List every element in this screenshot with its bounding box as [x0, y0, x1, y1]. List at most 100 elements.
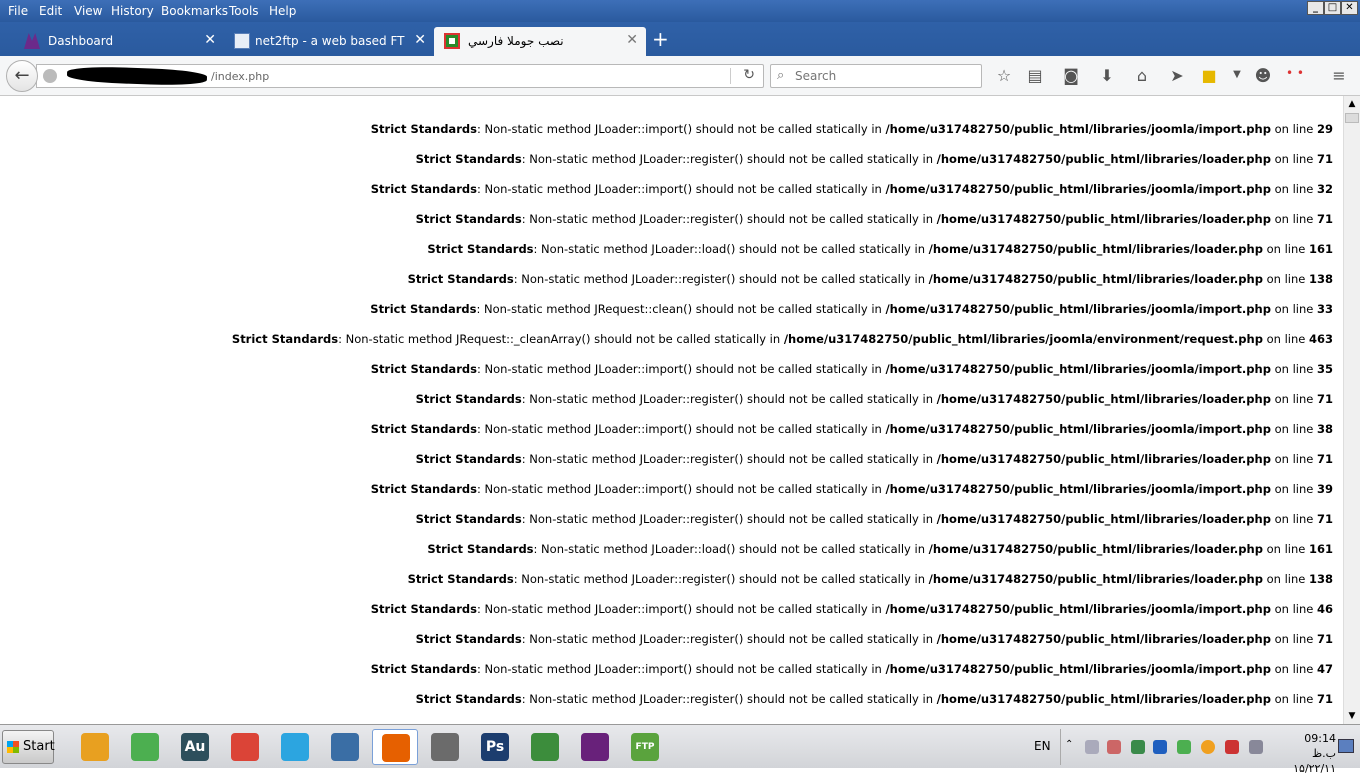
error-message: : Non-static method JLoader::register() …: [521, 392, 937, 406]
tab-dashboard[interactable]: Dashboard ✕: [14, 27, 224, 56]
error-path: /home/u317482750/public_html/libraries/l…: [936, 152, 1271, 166]
error-line-prefix: on line: [1270, 302, 1317, 316]
hamburger-menu-icon[interactable]: ≡: [1328, 66, 1350, 85]
error-line: Strict Standards: Non-static method JLoa…: [416, 212, 1333, 226]
error-line: Strict Standards: Non-static method JLoa…: [416, 152, 1333, 166]
vertical-scrollbar[interactable]: ▲ ▼: [1343, 96, 1360, 724]
folder-icon[interactable]: ■: [1198, 66, 1220, 85]
language-indicator[interactable]: EN: [1034, 739, 1051, 753]
maximize-button[interactable]: □: [1324, 1, 1341, 15]
menu-help[interactable]: Help: [269, 4, 296, 18]
volume-icon[interactable]: [1107, 740, 1121, 754]
new-tab-button[interactable]: +: [652, 27, 669, 51]
error-line-number: 161: [1308, 542, 1333, 556]
error-line: Strict Standards: Non-static method JReq…: [370, 302, 1333, 316]
menu-edit[interactable]: Edit: [39, 4, 62, 18]
dropdown-icon[interactable]: ▼: [1226, 69, 1248, 80]
back-button[interactable]: ←: [6, 60, 38, 92]
display-icon[interactable]: [1249, 740, 1263, 754]
error-line: Strict Standards: Non-static method JLoa…: [416, 452, 1333, 466]
taskbar-app[interactable]: [522, 729, 568, 765]
close-icon[interactable]: ✕: [204, 32, 216, 48]
taskbar-app[interactable]: [222, 729, 268, 765]
taskbar-app[interactable]: [122, 729, 168, 765]
start-button[interactable]: Start: [2, 730, 55, 764]
download-icon[interactable]: ⬇: [1096, 66, 1118, 85]
network-icon[interactable]: [1131, 740, 1145, 754]
bookmark-star-icon[interactable]: ☆: [993, 66, 1015, 85]
reload-icon[interactable]: ↻: [743, 67, 755, 83]
taskbar-app[interactable]: Ps: [472, 729, 518, 765]
show-desktop-icon[interactable]: [1338, 739, 1354, 753]
close-icon[interactable]: ✕: [626, 32, 638, 48]
taskbar-app[interactable]: [322, 729, 368, 765]
dashboard-icon: [24, 33, 40, 49]
taskbar-app[interactable]: FTP: [622, 729, 668, 765]
url-bar[interactable]: /index.php ↻: [36, 64, 764, 88]
error-label: Strict Standards: [415, 212, 522, 226]
error-label: Strict Standards: [370, 482, 477, 496]
tab-strip: Dashboard ✕ net2ftp - a web based FTP cl…: [0, 22, 1360, 56]
scroll-thumb[interactable]: [1345, 113, 1359, 123]
update-icon[interactable]: [1177, 740, 1191, 754]
bluestacks-icon: [131, 733, 159, 761]
error-path: /home/u317482750/public_html/libraries/l…: [928, 572, 1263, 586]
menu-bar: File Edit View History Bookmarks Tools H…: [0, 0, 1360, 22]
taskbar-app[interactable]: [72, 729, 118, 765]
error-line: Strict Standards: Non-static method JLoa…: [416, 512, 1333, 526]
error-line-prefix: on line: [1270, 452, 1317, 466]
close-window-button[interactable]: ✕: [1341, 1, 1358, 15]
menu-history[interactable]: History: [111, 4, 154, 18]
pocket-icon[interactable]: ◙: [1060, 66, 1082, 85]
bluetooth-icon[interactable]: [1153, 740, 1167, 754]
error-label: Strict Standards: [427, 242, 534, 256]
reading-list-icon[interactable]: ▤: [1024, 66, 1046, 85]
minimize-button[interactable]: _: [1307, 1, 1324, 15]
error-line-number: 47: [1316, 662, 1333, 676]
camera-icon: [431, 733, 459, 761]
search-bar[interactable]: ⌕: [770, 64, 982, 88]
menu-bookmarks[interactable]: Bookmarks: [161, 4, 228, 18]
dots-icon[interactable]: • •: [1284, 66, 1306, 80]
taskbar-app[interactable]: [272, 729, 318, 765]
smiley-icon[interactable]: ☻: [1252, 66, 1274, 85]
menu-view[interactable]: View: [74, 4, 102, 18]
error-label: Strict Standards: [370, 122, 477, 136]
error-line-number: 71: [1316, 212, 1333, 226]
photoshop-icon: Ps: [481, 733, 509, 761]
flag-icon[interactable]: [1225, 740, 1239, 754]
error-line: Strict Standards: Non-static method JLoa…: [371, 362, 1333, 376]
error-line-prefix: on line: [1262, 572, 1309, 586]
error-line: Strict Standards: Non-static method JReq…: [232, 332, 1333, 346]
error-line-number: 71: [1316, 692, 1333, 706]
tray-expand-icon[interactable]: ⌃: [1065, 739, 1079, 753]
error-message: : Non-static method JLoader::register() …: [521, 692, 937, 706]
site-identity-icon[interactable]: [43, 69, 57, 83]
tab-net2ftp[interactable]: net2ftp - a web based FTP cli... ✕: [224, 27, 434, 56]
menu-file[interactable]: File: [8, 4, 28, 18]
volume-muted-icon[interactable]: [1085, 740, 1099, 754]
send-icon[interactable]: ➤: [1166, 66, 1188, 85]
error-label: Strict Standards: [370, 602, 477, 616]
taskbar-app[interactable]: [372, 729, 418, 765]
close-icon[interactable]: ✕: [414, 32, 426, 48]
error-message: : Non-static method JRequest::clean() sh…: [476, 302, 886, 316]
taskbar-app[interactable]: [422, 729, 468, 765]
clock[interactable]: 09:14 ب.ظ ۱۵/۲۲/۱۱: [1282, 731, 1336, 776]
home-icon[interactable]: ⌂: [1131, 66, 1153, 85]
tab-joomla-active[interactable]: نصب جوملا فارسي ✕: [434, 27, 646, 56]
av-icon[interactable]: [1201, 740, 1215, 754]
search-icon: ⌕: [777, 68, 785, 83]
scroll-down-icon[interactable]: ▼: [1344, 708, 1360, 724]
taskbar-app[interactable]: Au: [172, 729, 218, 765]
firefox-icon: [382, 734, 410, 762]
scroll-up-icon[interactable]: ▲: [1344, 96, 1360, 112]
error-path: /home/u317482750/public_html/libraries/l…: [936, 512, 1271, 526]
error-label: Strict Standards: [407, 272, 514, 286]
chrome-icon: [231, 733, 259, 761]
menu-tools[interactable]: Tools: [229, 4, 259, 18]
taskbar-app[interactable]: [572, 729, 618, 765]
error-line-number: 33: [1316, 302, 1333, 316]
error-line: Strict Standards: Non-static method JLoa…: [416, 692, 1333, 706]
search-input[interactable]: [795, 68, 975, 84]
